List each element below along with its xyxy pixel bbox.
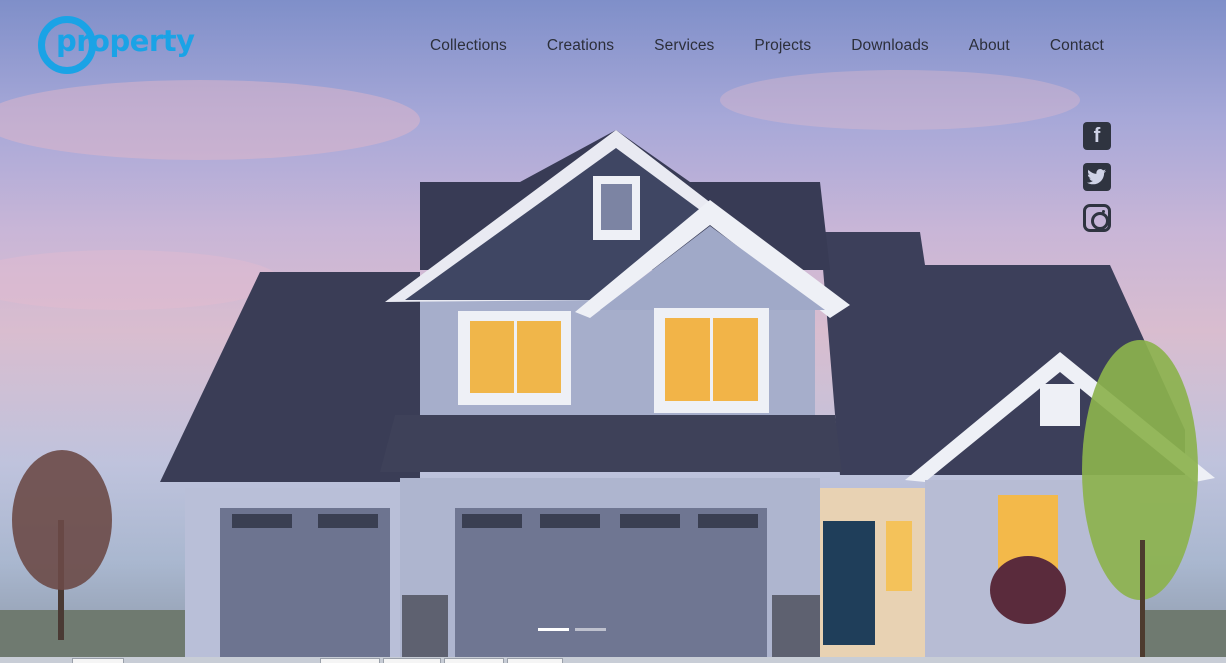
brand-name: property xyxy=(56,24,195,58)
twitter-icon[interactable] xyxy=(1083,163,1111,191)
hero-slider: property Collections Creations Services … xyxy=(0,0,1226,663)
nav-item-creations[interactable]: Creations xyxy=(547,37,614,55)
nav-item-projects[interactable]: Projects xyxy=(754,37,811,55)
main-nav: Collections Creations Services Projects … xyxy=(410,37,1126,55)
slide-indicator-1[interactable] xyxy=(538,628,569,631)
bottom-tab xyxy=(444,658,504,663)
bottom-tab xyxy=(507,658,563,663)
nav-item-collections[interactable]: Collections xyxy=(430,37,507,55)
house-photo xyxy=(0,70,1226,663)
nav-item-contact[interactable]: Contact xyxy=(1050,37,1104,55)
bottom-edge xyxy=(0,657,1226,663)
instagram-icon[interactable] xyxy=(1083,204,1111,232)
bottom-tab xyxy=(383,658,441,663)
nav-item-about[interactable]: About xyxy=(969,37,1010,55)
bottom-tab xyxy=(320,658,380,663)
bottom-tab xyxy=(72,658,124,663)
slider-indicators xyxy=(538,628,606,631)
slide-indicator-2[interactable] xyxy=(575,628,606,631)
social-links: f xyxy=(1083,122,1111,232)
nav-item-downloads[interactable]: Downloads xyxy=(851,37,929,55)
facebook-icon[interactable]: f xyxy=(1083,122,1111,150)
brand-logo[interactable]: property xyxy=(36,14,195,78)
nav-item-services[interactable]: Services xyxy=(654,37,714,55)
